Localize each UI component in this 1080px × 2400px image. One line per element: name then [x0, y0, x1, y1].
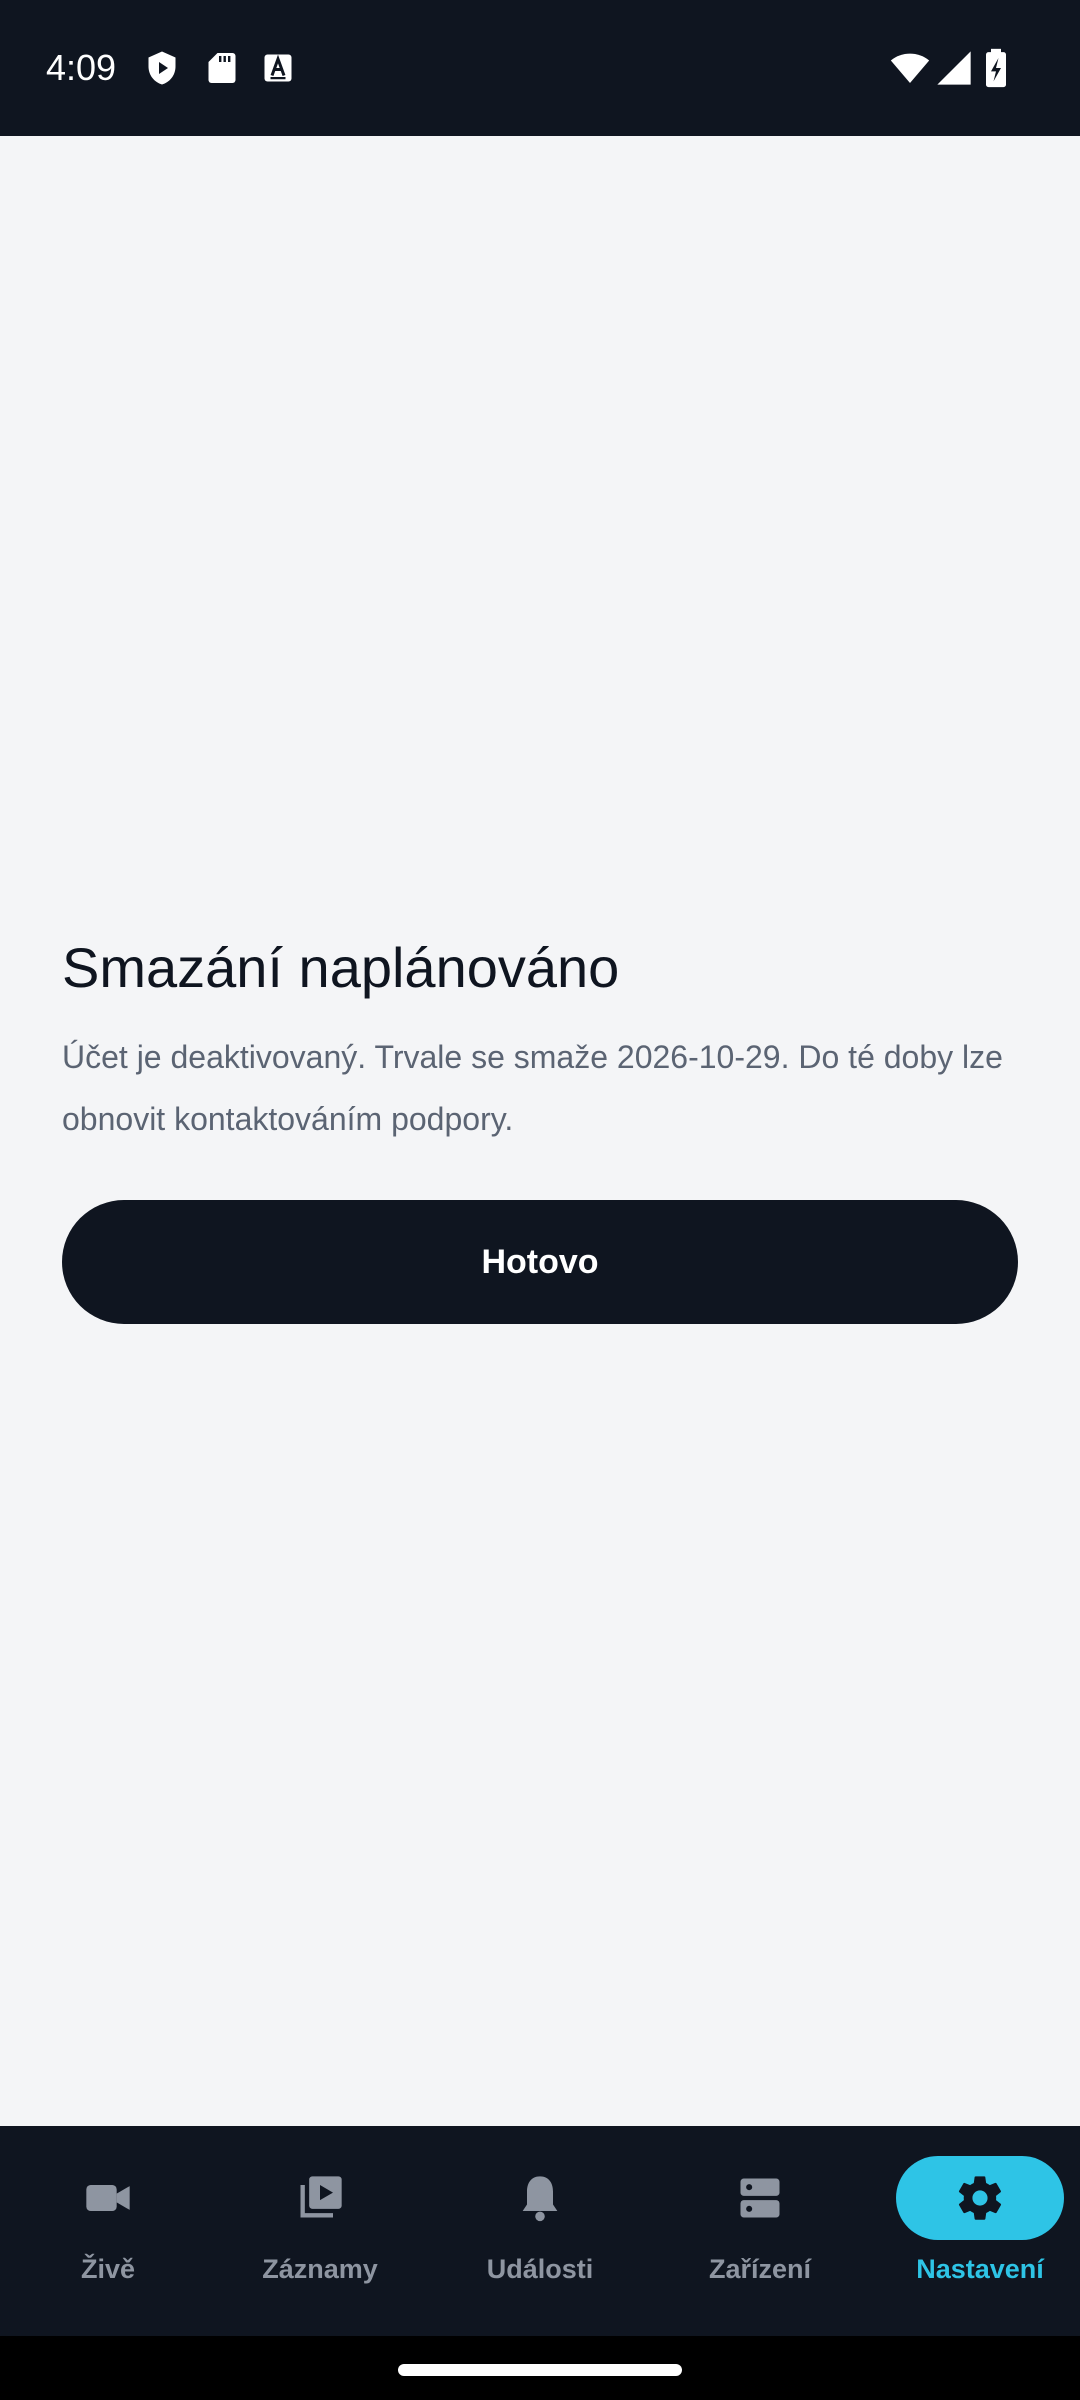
nav-label: Záznamy	[262, 2254, 378, 2284]
shield-play-icon	[148, 51, 176, 85]
video-camera-icon	[86, 2185, 130, 2211]
cellular-signal-icon	[937, 51, 971, 85]
system-gesture-area	[0, 2336, 1080, 2400]
screen: 4:09 Smazání naplánováno Účet je deaktiv…	[0, 0, 1080, 2400]
battery-charging-icon	[986, 48, 1006, 88]
status-bar: 4:09	[0, 0, 1080, 136]
nav-item-devices[interactable]: Zařízení	[652, 2126, 868, 2336]
playlist-play-icon	[300, 2176, 342, 2218]
bell-icon	[522, 2176, 558, 2222]
nav-item-events[interactable]: Události	[432, 2126, 648, 2336]
font-a-icon	[264, 54, 292, 82]
deletion-message: Účet je deaktivovaný. Trvale se smaže 20…	[62, 1039, 1003, 1137]
nav-item-recordings[interactable]: Záznamy	[212, 2126, 428, 2336]
nav-item-live[interactable]: Živě	[0, 2126, 216, 2336]
nav-label: Události	[486, 2254, 594, 2284]
nav-item-settings[interactable]: Nastavení	[872, 2126, 1080, 2336]
gear-icon	[958, 2176, 1002, 2220]
bottom-navigation: Živě Záznamy Události Zařízení Nastavení	[0, 2126, 1080, 2336]
wifi-icon	[890, 53, 930, 83]
home-gesture-handle[interactable]	[398, 2364, 682, 2376]
sd-card-icon	[208, 53, 236, 83]
page-title: Smazání naplánováno	[62, 936, 620, 999]
server-icon	[740, 2178, 780, 2218]
nav-label: Živě	[80, 2254, 136, 2284]
nav-label: Zařízení	[708, 2254, 812, 2284]
status-time: 4:09	[46, 47, 117, 88]
done-button[interactable]: Hotovo	[62, 1200, 1018, 1324]
nav-label: Nastavení	[916, 2254, 1044, 2284]
deletion-scheduled-panel: Smazání naplánováno Účet je deaktivovaný…	[62, 930, 1018, 1150]
